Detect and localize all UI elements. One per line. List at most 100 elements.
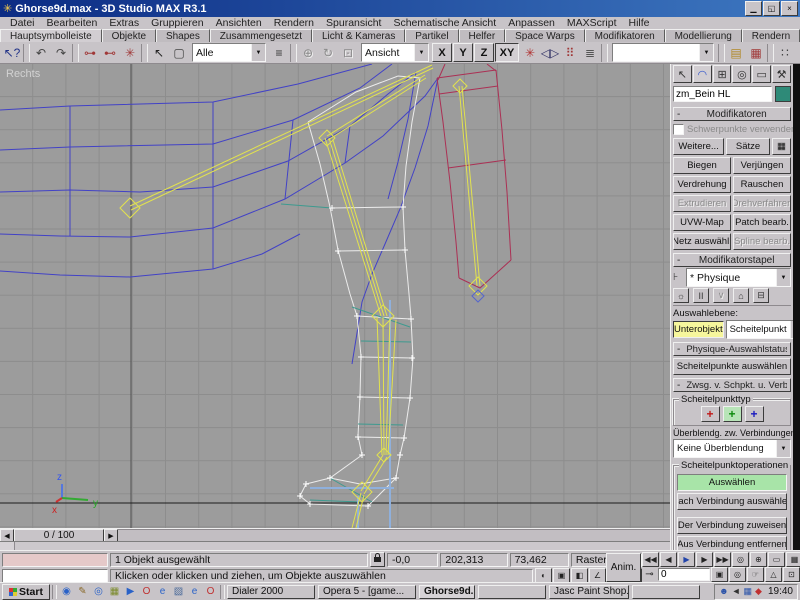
modifier-button[interactable]: Spline bearb.: [733, 233, 791, 250]
region-select-icon[interactable]: ▢: [169, 43, 189, 62]
viewport-rechts[interactable]: z x y Rechts: [0, 63, 670, 529]
configure-sets-icon[interactable]: ▦: [771, 138, 791, 155]
render-scene-icon[interactable]: ♨: [795, 43, 800, 62]
task-button[interactable]: Ghorse9d.ma...: [419, 584, 475, 599]
select-by-name-icon[interactable]: ≡: [269, 43, 289, 62]
key-mode-icon[interactable]: ⊸: [642, 568, 657, 581]
animate-button[interactable]: Anim.: [606, 553, 641, 582]
select-object-icon[interactable]: ↖: [149, 43, 169, 62]
go-end-button[interactable]: ▶▶: [714, 552, 731, 567]
modifier-button[interactable]: Extrudieren: [673, 195, 731, 212]
quicklaunch-opera-icon[interactable]: O: [139, 585, 154, 599]
modifier-button[interactable]: Netz auswähl.: [673, 233, 731, 250]
toolbar-tab[interactable]: Rendern: [741, 29, 800, 42]
rollout-modifiers[interactable]: - Modifikatoren: [673, 107, 791, 121]
more-modifiers-button[interactable]: Weitere...: [673, 138, 725, 155]
material-editor-icon[interactable]: ∷: [775, 43, 795, 62]
create-tab[interactable]: ↖: [673, 65, 692, 83]
toolbar-tab[interactable]: Shapes: [156, 29, 210, 42]
modifier-button[interactable]: Patch bearb.: [733, 214, 791, 231]
active-toggle-icon[interactable]: ☼: [673, 288, 689, 303]
vertex-type-blue-button[interactable]: +: [744, 406, 764, 422]
modifier-button[interactable]: Rauschen: [733, 176, 791, 193]
crossing-toggle-icon[interactable]: ▣: [553, 568, 570, 583]
restrict-z-button[interactable]: Z: [474, 43, 494, 62]
undo-icon[interactable]: ↶: [31, 43, 51, 62]
task-button[interactable]: [478, 584, 546, 599]
menu-item[interactable]: Spuransicht: [320, 17, 387, 29]
quicklaunch-media-icon[interactable]: ▶: [123, 585, 138, 599]
mirror-icon[interactable]: ◁▷: [540, 43, 560, 62]
subobject-button[interactable]: Unterobjekt: [673, 321, 724, 338]
quicklaunch-internet-icon[interactable]: ◉: [59, 585, 74, 599]
mini-listener-macro[interactable]: [2, 552, 108, 567]
zoom-extents-icon[interactable]: ▭: [768, 552, 785, 567]
task-button[interactable]: Jasc Paint Shop...: [549, 584, 629, 599]
bind-to-spacewarp-icon[interactable]: ✳: [120, 43, 140, 62]
selection-lock-icon[interactable]: [370, 552, 385, 567]
select-button[interactable]: Auswählen: [677, 474, 787, 491]
menu-item[interactable]: Ansichten: [210, 17, 268, 29]
help-cursor-icon[interactable]: ↖?: [2, 43, 22, 62]
assign-to-link-button[interactable]: Der Verbindung zuweisen: [677, 517, 787, 534]
restore-button[interactable]: ◱: [763, 1, 780, 16]
redo-icon[interactable]: ↷: [51, 43, 71, 62]
select-and-link-icon[interactable]: ⊶: [80, 43, 100, 62]
settings-icon[interactable]: ⊟: [753, 288, 769, 303]
menu-item[interactable]: Hilfe: [622, 17, 655, 29]
make-unique-icon[interactable]: ∨: [713, 288, 729, 303]
schematic-view-icon[interactable]: ▦: [746, 43, 766, 62]
mini-listener-script[interactable]: [2, 568, 108, 583]
named-selection-sets-dropdown[interactable]: [612, 43, 714, 62]
align-icon[interactable]: ≣: [580, 43, 600, 62]
remove-modifier-icon[interactable]: ⌂: [733, 288, 749, 303]
remove-from-link-button[interactable]: Aus Verbindung entfernen: [677, 536, 787, 550]
modifier-button[interactable]: Verjüngen: [733, 157, 791, 174]
motion-tab[interactable]: ◎: [732, 65, 752, 83]
coordinate-x-field[interactable]: -0,0: [387, 552, 439, 567]
tray-display-icon[interactable]: ▦: [744, 586, 753, 597]
menu-item[interactable]: Extras: [103, 17, 145, 29]
restrict-x-button[interactable]: X: [432, 43, 452, 62]
tray-volume-icon[interactable]: ◄: [732, 586, 741, 597]
toolbar-tab[interactable]: Licht & Kameras: [312, 29, 406, 42]
coordinate-z-field[interactable]: 73,462: [509, 552, 569, 567]
task-button[interactable]: [632, 584, 700, 599]
zoom-extents-all-icon[interactable]: ▦: [786, 552, 800, 567]
quicklaunch-ie2-icon[interactable]: e: [187, 585, 202, 599]
show-end-result-icon[interactable]: II: [693, 288, 709, 303]
subobject-level-dropdown[interactable]: Scheitelpunkt: [725, 320, 793, 339]
current-frame-field[interactable]: [658, 568, 710, 581]
zoom-icon[interactable]: ◎: [732, 552, 749, 567]
prev-frame-button[interactable]: ◀: [660, 552, 677, 567]
unlink-icon[interactable]: ⊷: [100, 43, 120, 62]
modifier-button[interactable]: Verdrehung: [673, 176, 731, 193]
toolbar-tab[interactable]: Modellierung: [664, 29, 742, 42]
ik-toggle-icon[interactable]: ✳: [520, 43, 540, 62]
modifier-button[interactable]: Biegen: [673, 157, 731, 174]
scale-icon[interactable]: ⊡: [338, 43, 358, 62]
selection-filter-dropdown[interactable]: Alle: [192, 43, 266, 62]
quicklaunch-ie-icon[interactable]: e: [155, 585, 170, 599]
go-start-button[interactable]: ◀◀: [642, 552, 659, 567]
task-button[interactable]: Dialer 2000: [227, 584, 315, 599]
quicklaunch-mail-icon[interactable]: ✎: [75, 585, 90, 599]
vertex-type-red-button[interactable]: +: [700, 406, 720, 422]
start-button[interactable]: Start: [2, 583, 50, 600]
angle-snap-icon[interactable]: ∠: [589, 568, 606, 583]
rollout-selection-status[interactable]: - Physique-Auswahlstatus: [673, 342, 791, 356]
toolbar-tab[interactable]: Modifikatoren: [584, 29, 665, 42]
pin-stack-icon[interactable]: ⊦: [673, 272, 684, 283]
modifier-button[interactable]: Drehverfahren: [733, 195, 791, 212]
quicklaunch-desktop-icon[interactable]: ▦: [107, 585, 122, 599]
modifier-sets-button[interactable]: Sätze: [726, 138, 770, 155]
menu-item[interactable]: Datei: [4, 17, 41, 29]
modifier-stack-dropdown[interactable]: * Physique: [686, 268, 791, 287]
vertex-type-green-button[interactable]: +: [722, 406, 742, 422]
task-button[interactable]: Opera 5 - [game...: [318, 584, 416, 599]
modify-tab[interactable]: ◠: [692, 65, 712, 83]
toolbar-tab[interactable]: Helfer: [458, 29, 506, 42]
track-view-icon[interactable]: ▤: [726, 43, 746, 62]
toolbar-tab[interactable]: Zusammengesetzt: [209, 29, 312, 42]
menu-item[interactable]: Schematische Ansicht: [387, 17, 502, 29]
